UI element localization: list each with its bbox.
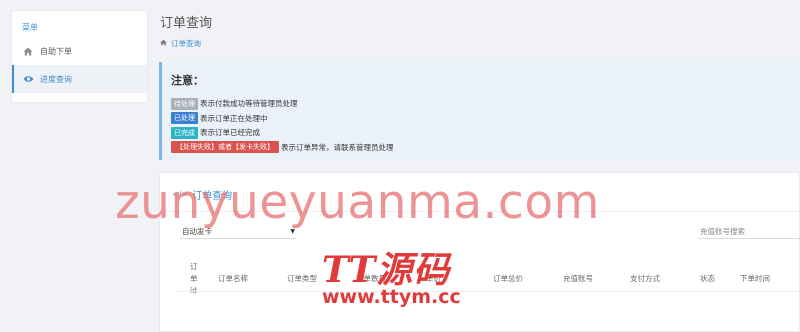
notice-row: 已完成 表示订单已经完成 [171,126,800,139]
column-header-total-price[interactable]: 订单总价 [493,273,523,284]
column-header-order-type[interactable]: 订单类型 [287,273,317,284]
notice-text: 表示订单异常，请联系管理员处理 [281,142,394,152]
notice-text: 表示订单已经完成 [200,128,260,137]
table-header-divider [178,291,799,292]
status-badge-completed: 已完成 [171,126,198,139]
watermark-text: zunyueyuanma.com [115,175,600,230]
sidebar-item-progress-query[interactable]: 进度查询 [12,65,147,93]
sidebar-item-label: 进度查询 [40,74,72,84]
status-badge-failed: 【处理失败】或者【发卡失败】 [171,141,279,153]
column-header-payment-method[interactable]: 支付方式 [630,273,660,284]
column-header-order-time[interactable]: 下单时间 [740,273,770,284]
eye-icon [22,74,34,84]
notice-title: 注意： [171,74,204,87]
status-badge-processed: 已处理 [171,112,198,124]
home-icon [22,46,34,56]
watermark-url: www.ttym.cc [322,286,461,308]
sidebar: 菜单 自助下单 进度查询 [11,10,148,103]
column-header-order-name[interactable]: 订单名称 [218,273,248,284]
page-title: 订单查询 [160,16,213,31]
notice-row: 待处理 表示付款成功等待管理员处理 [171,97,800,110]
notice-text: 表示订单正在处理中 [200,113,268,123]
breadcrumb-current[interactable]: 订单查询 [171,38,201,49]
status-badge-pending: 待处理 [171,97,198,110]
notice-box: 注意： 待处理 表示付款成功等待管理员处理 已处理 表示订单正在处理中 已完成 … [159,62,800,160]
notice-text: 表示付款成功等待管理员处理 [200,99,298,108]
sidebar-item-label: 自助下单 [40,46,72,56]
sidebar-header: 菜单 [22,23,38,32]
breadcrumb: 订单查询 [160,38,201,49]
column-header-recharge-account[interactable]: 充值账号 [563,273,593,284]
sidebar-item-self-order[interactable]: 自助下单 [12,37,147,65]
notice-row: 已处理 表示订单正在处理中 [171,112,800,125]
home-icon[interactable] [160,39,167,48]
column-header-status[interactable]: 状态 [700,273,715,284]
notice-row: 【处理失败】或者【发卡失败】 表示订单异常，请联系管理员处理 [171,141,800,154]
account-search-input[interactable] [698,224,800,239]
